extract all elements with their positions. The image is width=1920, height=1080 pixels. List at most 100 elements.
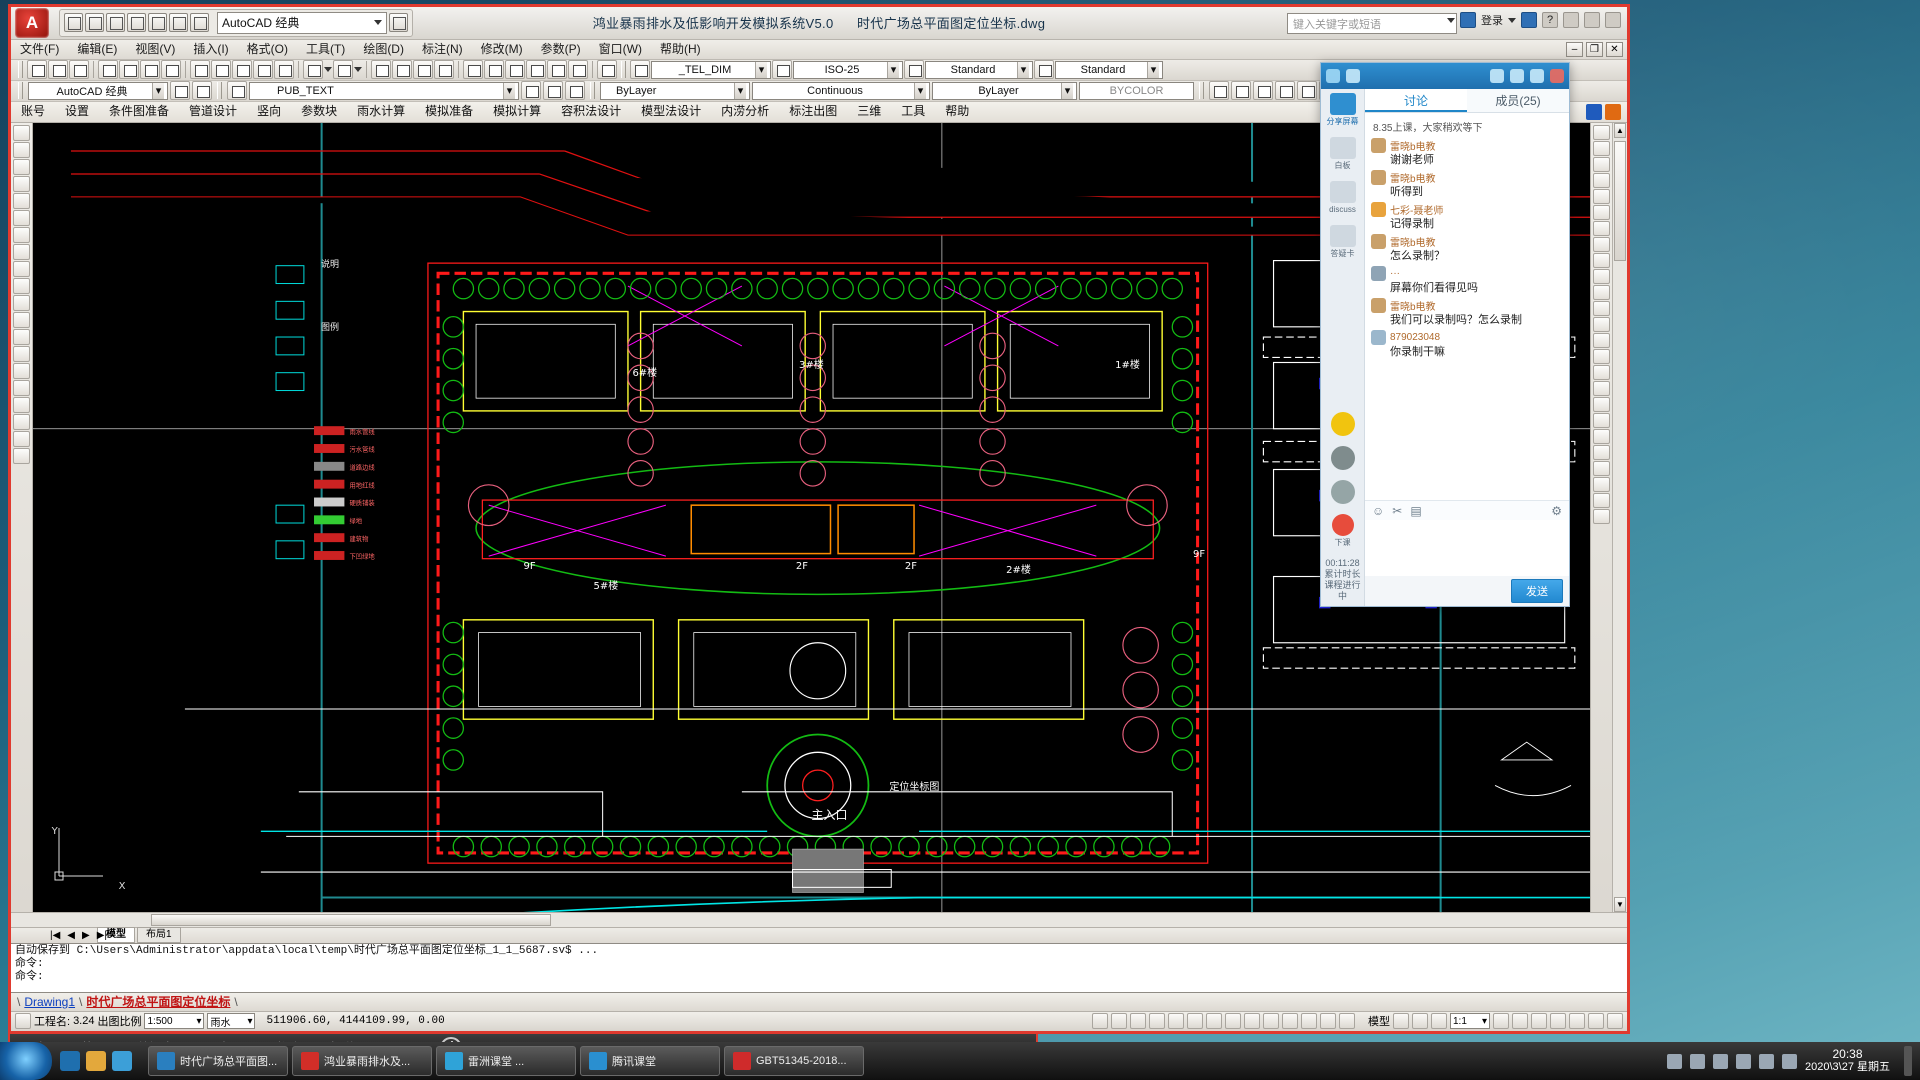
save-as-icon[interactable] (127, 13, 146, 33)
layer-combo[interactable]: PUB_TEXT ▾ (249, 81, 519, 100)
chevron-down-icon[interactable]: ▾ (1017, 61, 1029, 78)
point-icon[interactable] (13, 345, 30, 362)
vertical-scrollbar[interactable]: ▲ ▼ (1612, 122, 1627, 913)
ellipse-arc-icon[interactable] (13, 294, 30, 311)
addselect-icon[interactable] (13, 447, 30, 464)
plot-icon[interactable] (98, 60, 118, 80)
text-style-icon[interactable] (630, 60, 650, 80)
signin-chevron-icon[interactable] (1508, 17, 1516, 23)
chat-input[interactable] (1365, 520, 1569, 576)
plugin-menu-volume-design[interactable]: 容积法设计 (551, 101, 631, 122)
view-bottom-icon[interactable] (1231, 81, 1251, 101)
quick-view-drawings-icon[interactable] (1431, 1013, 1447, 1030)
scroll-down-icon[interactable]: ▼ (1614, 897, 1626, 913)
workspace-settings-icon[interactable] (389, 13, 408, 33)
rectangle-icon[interactable] (13, 192, 30, 209)
avatar[interactable] (1371, 202, 1386, 217)
project-icon[interactable] (15, 1013, 31, 1030)
grid-display-icon[interactable] (1130, 1013, 1146, 1030)
zoom-out-icon[interactable] (1593, 476, 1610, 492)
toolbar-grip[interactable] (217, 82, 222, 100)
vscroll-thumb[interactable] (1614, 140, 1626, 261)
menu-item-view[interactable]: 视图(V) (126, 39, 184, 59)
task-button[interactable]: 鸿业暴雨排水及... (292, 1046, 432, 1076)
rail-share-screen[interactable]: 分享屏幕 (1324, 93, 1362, 127)
plugin-menu-pipe-design[interactable]: 管道设计 (179, 101, 247, 122)
doc-minimize-button[interactable]: – (1566, 41, 1583, 57)
markup-icon[interactable] (547, 60, 567, 80)
polar-tracking-icon[interactable] (1168, 1013, 1184, 1030)
mirror-icon[interactable] (1593, 156, 1610, 172)
hardware-accel-icon[interactable] (1569, 1013, 1585, 1030)
window-close-button[interactable] (1605, 12, 1621, 28)
send-button[interactable]: 发送 (1511, 579, 1563, 603)
help-toolbar-icon[interactable] (597, 60, 617, 80)
toolbar-grip[interactable] (621, 61, 626, 79)
redo-icon[interactable] (333, 60, 353, 80)
rotate-icon[interactable] (1593, 220, 1610, 236)
preview-icon[interactable] (119, 60, 139, 80)
menu-item-window[interactable]: 窗口(W) (590, 39, 651, 59)
workspace-settings-icon[interactable] (170, 81, 190, 101)
layout-prev-icon[interactable]: ◀ (64, 930, 78, 941)
search-input[interactable]: 键入关键字或短语 (1287, 13, 1457, 34)
tray-expand-icon[interactable] (1667, 1053, 1682, 1069)
model-paper-toggle-icon[interactable] (1393, 1013, 1409, 1030)
view-left-icon[interactable] (1253, 81, 1273, 101)
avatar[interactable] (1371, 266, 1386, 281)
media-player-icon[interactable] (112, 1051, 132, 1071)
horizontal-scrollbar[interactable] (11, 912, 1627, 927)
dynamic-input-icon[interactable] (1244, 1013, 1260, 1030)
undo-icon[interactable] (303, 60, 323, 80)
model-space-label[interactable]: 模型 (1368, 1013, 1390, 1029)
drawing1-tab[interactable]: Drawing1 (24, 995, 75, 1009)
calculator-icon[interactable] (568, 60, 588, 80)
tray-app1-icon[interactable] (1690, 1053, 1705, 1069)
zoom-object-icon[interactable] (1593, 508, 1610, 524)
volume-icon[interactable] (1759, 1053, 1774, 1069)
share-icon[interactable] (1346, 69, 1360, 83)
selection-cycling-icon[interactable] (1320, 1013, 1336, 1030)
publish-icon[interactable] (140, 60, 160, 80)
zoom-previous-icon[interactable] (434, 60, 454, 80)
emoji-icon[interactable]: ☺ (1372, 504, 1384, 518)
designcenter-icon[interactable] (484, 60, 504, 80)
textstyle-combo[interactable]: ISO-25 ▾ (793, 60, 903, 79)
mtext-icon[interactable] (13, 430, 30, 447)
properties-icon[interactable] (463, 60, 483, 80)
linetype-combo[interactable]: Continuous ▾ (752, 81, 930, 100)
quick-properties-icon[interactable] (1301, 1013, 1317, 1030)
hand-icon[interactable] (1330, 412, 1355, 436)
sheetset-icon[interactable] (526, 60, 546, 80)
task-button[interactable]: 腾讯课堂 (580, 1046, 720, 1076)
lineweight-combo[interactable]: ByLayer ▾ (932, 81, 1077, 100)
plugin-menu-annotate-plot[interactable]: 标注出图 (779, 101, 847, 122)
insert-block-icon[interactable] (13, 311, 30, 328)
menu-item-draw[interactable]: 绘图(D) (354, 39, 413, 59)
open-icon[interactable] (85, 13, 104, 33)
ellipse-icon[interactable] (13, 277, 30, 294)
chevron-down-icon[interactable] (374, 20, 382, 26)
chevron-down-icon[interactable]: ▾ (1061, 82, 1073, 99)
chat-message-list[interactable]: 8.35上课，大家稍欢等下 雷晓b电教 谢谢老师 雷晓b电教 听得到 七彩-聂老… (1365, 113, 1569, 500)
pin-icon[interactable] (1510, 69, 1524, 83)
scale-icon[interactable] (1593, 236, 1610, 252)
window-restore-button[interactable] (1584, 12, 1600, 28)
current-drawing-tab[interactable]: 时代广场总平面图定位坐标 (86, 993, 230, 1010)
revcloud-icon[interactable] (13, 243, 30, 260)
toolbar-grip[interactable] (18, 61, 23, 79)
region-icon[interactable] (13, 396, 30, 413)
menu-item-insert[interactable]: 插入(I) (184, 39, 237, 59)
layout-next-icon[interactable]: ▶ (79, 930, 93, 941)
quick-view-layouts-icon[interactable] (1412, 1013, 1428, 1030)
command-window[interactable]: 自动保存到 C:\Users\Administrator\appdata\loc… (11, 942, 1627, 993)
doc-close-button[interactable]: ✕ (1606, 41, 1623, 57)
array-icon[interactable] (1593, 188, 1610, 204)
blockeditor-icon[interactable] (274, 60, 294, 80)
ortho-mode-icon[interactable] (1149, 1013, 1165, 1030)
annotation-monitor-icon[interactable] (1339, 1013, 1355, 1030)
redo-dropdown-icon[interactable] (354, 67, 362, 73)
layer-properties-manager-icon[interactable] (227, 81, 247, 101)
textstyle-manager-icon[interactable] (772, 60, 792, 80)
music-icon[interactable] (1330, 480, 1355, 504)
